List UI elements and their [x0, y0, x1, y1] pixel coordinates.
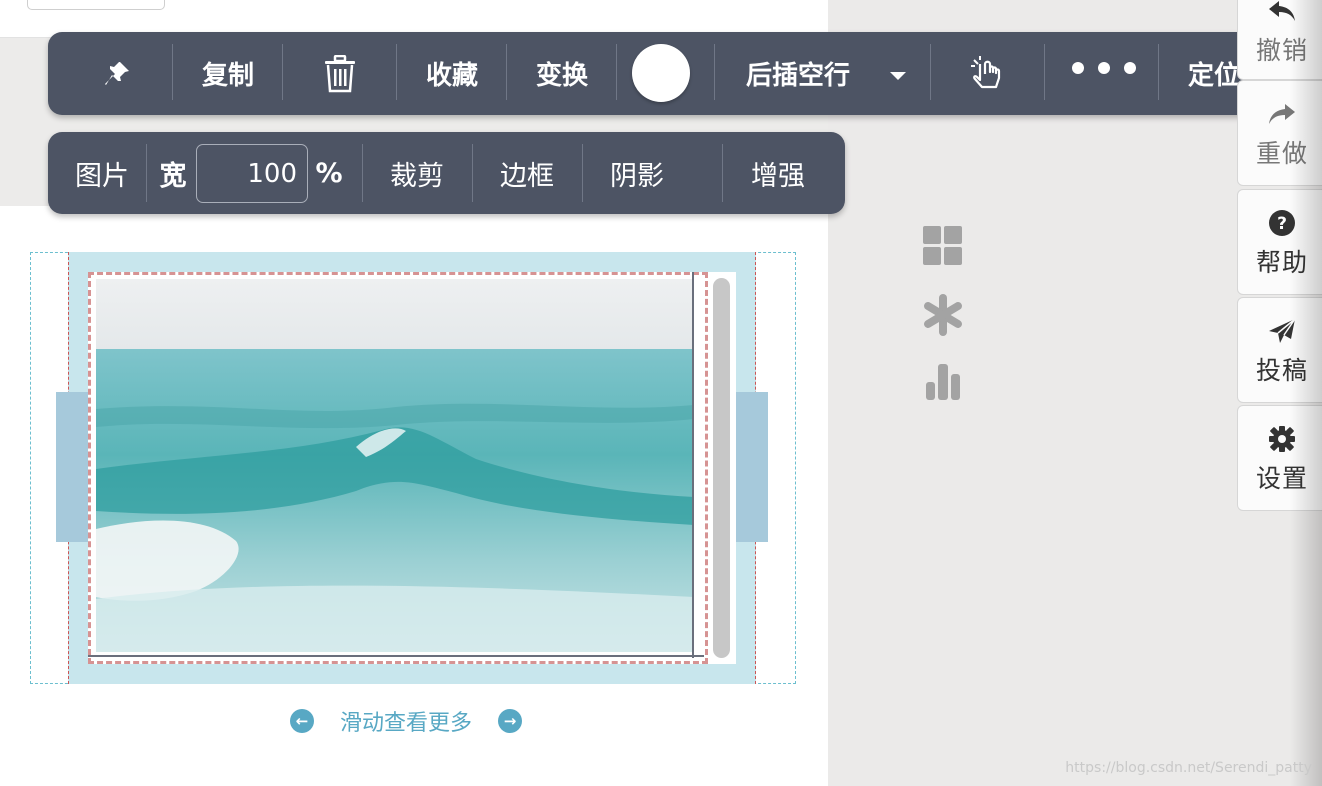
svg-text:?: ? — [1277, 214, 1287, 234]
separator — [282, 44, 283, 100]
redo-label: 重做 — [1255, 139, 1308, 168]
separator — [396, 44, 397, 100]
transform-button[interactable]: 变换 — [522, 32, 602, 115]
image-toolbar-title: 图片 — [75, 160, 129, 192]
separator — [930, 44, 931, 100]
bar-chart-icon[interactable] — [922, 360, 964, 402]
color-picker-button[interactable] — [632, 44, 690, 102]
favorite-button[interactable]: 收藏 — [412, 32, 492, 115]
left-resize-handle[interactable] — [56, 392, 88, 542]
asterisk-icon[interactable] — [922, 294, 964, 336]
separator — [714, 44, 715, 100]
width-label: 宽 — [159, 160, 187, 192]
swipe-hint-text: 滑动查看更多 — [340, 711, 473, 736]
delete-button[interactable] — [318, 32, 362, 115]
image-dashed-border — [88, 272, 708, 664]
redo-icon — [1267, 96, 1297, 128]
separator — [1044, 44, 1045, 100]
separator — [582, 144, 583, 202]
help-icon: ? — [1268, 205, 1296, 237]
separator — [616, 44, 617, 100]
gear-icon — [1268, 421, 1296, 453]
separator — [172, 44, 173, 100]
right-resize-handle[interactable] — [736, 392, 768, 542]
pin-icon — [105, 61, 129, 85]
vertical-scrollbar[interactable] — [713, 278, 730, 658]
chevron-down-icon[interactable] — [890, 72, 906, 80]
carousel-hint: ← 滑动查看更多 → — [290, 703, 523, 739]
undo-label: 撤销 — [1255, 36, 1308, 65]
image-edge-line — [88, 655, 704, 657]
separator — [472, 144, 473, 202]
submit-label: 投稿 — [1255, 356, 1308, 385]
crop-button[interactable]: 裁剪 — [382, 132, 452, 214]
primary-toolbar: 复制 收藏 变换 后插空行 定位 — [48, 32, 1279, 115]
separator — [362, 144, 363, 202]
enhance-button[interactable]: 增强 — [742, 132, 814, 214]
separator — [1158, 44, 1159, 100]
submit-button[interactable]: 投稿 — [1237, 297, 1322, 403]
image-edge-line — [692, 272, 694, 658]
border-button[interactable]: 边框 — [492, 132, 562, 214]
trash-icon — [325, 54, 355, 92]
grid-icon[interactable] — [922, 225, 964, 267]
undo-icon — [1267, 0, 1297, 25]
width-input[interactable] — [196, 144, 308, 203]
watermark: https://blog.csdn.net/Serendi_patty — [1065, 760, 1312, 776]
pointer-tool-button[interactable] — [966, 32, 1010, 115]
help-label: 帮助 — [1255, 248, 1308, 277]
more-dots-icon[interactable] — [1072, 62, 1136, 74]
settings-label: 设置 — [1255, 464, 1308, 493]
settings-button[interactable]: 设置 — [1237, 405, 1322, 511]
help-button[interactable]: ? 帮助 — [1237, 189, 1322, 295]
image-toolbar: 图片 宽 % 裁剪 边框 阴影 增强 — [48, 132, 845, 214]
copy-button[interactable]: 复制 — [188, 32, 268, 115]
redo-button[interactable]: 重做 — [1237, 80, 1322, 186]
separator — [146, 144, 147, 202]
width-unit: % — [315, 157, 343, 189]
paper-plane-icon — [1267, 313, 1297, 345]
separator — [722, 144, 723, 202]
hand-pointer-icon — [971, 55, 1001, 88]
shadow-button[interactable]: 阴影 — [602, 132, 672, 214]
arrow-right-circle-icon[interactable]: → — [498, 709, 523, 733]
insert-blank-line-button[interactable]: 后插空行 — [738, 32, 858, 115]
previous-element-stub[interactable] — [27, 0, 165, 10]
pin-button[interactable] — [92, 32, 142, 115]
separator — [506, 44, 507, 100]
undo-button[interactable]: 撤销 — [1237, 0, 1322, 80]
arrow-left-circle-icon[interactable]: ← — [290, 709, 314, 733]
